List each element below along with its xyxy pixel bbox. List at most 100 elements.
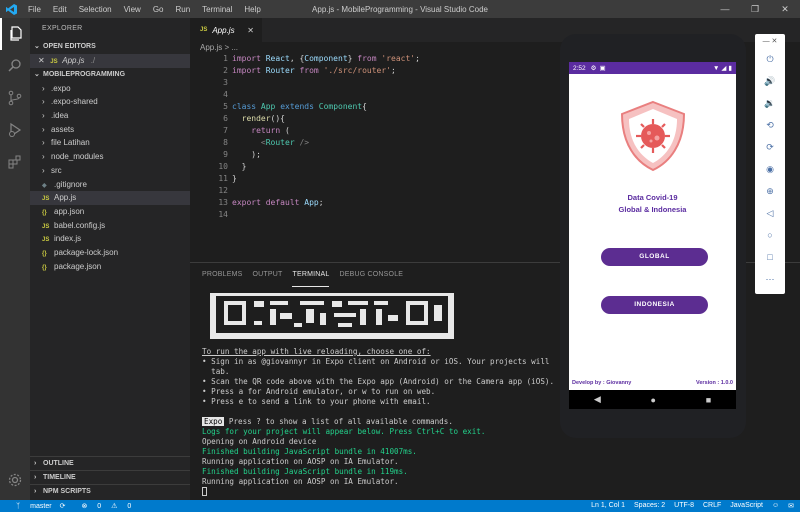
breadcrumb[interactable]: App.js > ... [190,42,238,54]
file-item[interactable]: JS App.js [30,191,190,205]
close-icon[interactable]: ✕ [38,54,48,68]
emulator-toolbar: — ✕ ⏻ 🔊 🔉 ⟲ ⟳ ◉ ⊕ ◁ ○ □ ⋯ [755,34,785,294]
language-mode[interactable]: JavaScript [730,502,763,510]
search-icon[interactable] [0,50,30,82]
settings-gear-icon[interactable] [0,464,30,496]
line-number: 8 [223,138,228,147]
menu-run[interactable]: Run [169,5,196,14]
open-editors-section[interactable]: ⌄ OPEN EDITORS [30,40,190,54]
tab-debug-console[interactable]: DEBUG CONSOLE [339,263,403,287]
folder-item[interactable]: › .expo-shared [30,95,190,109]
menu-terminal[interactable]: Terminal [196,5,238,14]
problems-indicator[interactable]: ⊗ 0 ⚠ 0 [73,502,131,510]
close-icon[interactable]: — ✕ [755,34,785,48]
indentation[interactable]: Spaces: 2 [634,502,665,510]
global-button[interactable]: GLOBAL [601,248,708,266]
feedback-icon[interactable]: ☺ [772,502,779,510]
js-file-icon: JS [200,27,208,33]
open-editor-path: ./ [90,56,96,65]
camera-icon[interactable]: ◉ [755,158,785,180]
project-section[interactable]: ⌄ MOBILEPROGRAMMING [30,68,190,82]
file-item[interactable]: JS index.js [30,232,190,246]
more-icon[interactable]: ⋯ [755,268,785,290]
explorer-sidebar: EXPLORER ⌄ OPEN EDITORS ✕ JS App.js ./ ⌄ MO… [30,18,190,500]
emulator-screen[interactable]: 2:52 ⚙ ▣ ▼ ◢ ▮ Data Covid-19 Global & In… [569,62,736,409]
tree-item-label: .gitignore [54,179,87,189]
menu-edit[interactable]: Edit [47,5,73,14]
open-editor-item[interactable]: ✕ JS App.js ./ [30,54,190,68]
cursor-position[interactable]: Ln 1, Col 1 [591,502,625,510]
recents-icon[interactable]: ■ [706,395,711,405]
sync-icon[interactable]: ⟳ [60,502,66,510]
terminal-line-text: Press ? to show a list of all available … [224,417,453,426]
code-editor[interactable]: 1 2 3 4 5 6 7 8 9 10 11 12 13 14 import React, {Compo… [190,54,560,262]
settings-icon: ⚙ [590,65,597,72]
menu-help[interactable]: Help [238,5,266,14]
wifi-icon: ▼ [712,64,720,72]
encoding[interactable]: UTF-8 [674,502,694,510]
back-icon[interactable]: ◁ [755,202,785,224]
volume-up-icon[interactable]: 🔊 [755,70,785,92]
overview-icon[interactable]: □ [755,246,785,268]
tab-problems[interactable]: PROBLEMS [202,263,243,287]
line-number: 14 [218,210,228,219]
file-item[interactable]: JS babel.config.js [30,219,190,233]
rotate-right-icon[interactable]: ⟳ [755,136,785,158]
home-icon[interactable]: ○ [755,224,785,246]
volume-down-icon[interactable]: 🔉 [755,92,785,114]
file-item[interactable]: {} package.json [30,260,190,274]
tree-item-label: .expo [51,83,71,93]
tab-app-js[interactable]: JS App.js ✕ [190,18,262,42]
menu-go[interactable]: Go [147,5,170,14]
error-icon: ⊗ [81,503,88,510]
chevron-right-icon: › [42,111,45,121]
zoom-icon[interactable]: ⊕ [755,180,785,202]
source-control-icon[interactable] [0,82,30,114]
power-icon[interactable]: ⏻ [755,48,785,70]
json-file-icon: {} [42,264,47,271]
chevron-right-icon: › [42,138,45,148]
menu-view[interactable]: View [118,5,147,14]
file-item[interactable]: {} package-lock.json [30,246,190,260]
code-line-13: export default App; [232,198,324,207]
terminal-line: • Press e to send a link to your phone w… [202,397,431,406]
tab-output[interactable]: OUTPUT [253,263,283,287]
tab-terminal[interactable]: TERMINAL [292,263,330,287]
battery-icon: ▮ [728,65,732,72]
close-icon[interactable]: ✕ [770,0,800,18]
back-icon[interactable]: ◀ [594,394,601,405]
restore-icon[interactable]: ❐ [740,0,770,18]
explorer-icon[interactable] [0,18,30,50]
warning-icon: ⚠ [111,503,118,510]
menu-selection[interactable]: Selection [73,5,118,14]
android-status-bar: 2:52 ⚙ ▣ ▼ ◢ ▮ [569,62,736,74]
folder-item[interactable]: › src [30,164,190,178]
rotate-left-icon[interactable]: ⟲ [755,114,785,136]
timeline-section[interactable]: › TIMELINE [30,470,190,485]
run-debug-icon[interactable] [0,114,30,146]
chevron-right-icon: › [42,152,45,162]
folder-item[interactable]: › file Latihan [30,136,190,150]
close-tab-icon[interactable]: ✕ [247,26,254,35]
file-item[interactable]: ◆ .gitignore [30,178,190,192]
file-item[interactable]: {} app.json [30,205,190,219]
minimize-icon[interactable]: — [710,0,740,18]
outline-section[interactable]: › OUTLINE [30,456,190,471]
line-number: 7 [223,126,228,135]
folder-item[interactable]: › .expo [30,82,190,96]
bell-icon[interactable]: ✉ [788,502,794,510]
indonesia-button[interactable]: INDONESIA [601,296,708,314]
folder-item[interactable]: › node_modules [30,150,190,164]
folder-item[interactable]: › .idea [30,109,190,123]
home-icon[interactable]: ● [651,395,656,405]
terminal-output[interactable]: To run the app with live reloading, choo… [202,347,562,497]
folder-item[interactable]: › assets [30,123,190,137]
menu-file[interactable]: File [22,5,47,14]
npm-scripts-section[interactable]: › NPM SCRIPTS [30,484,190,499]
chevron-right-icon: › [42,124,45,134]
extensions-icon[interactable] [0,146,30,178]
line-ending[interactable]: CRLF [703,502,721,510]
git-branch-icon: ᛉ [16,502,21,510]
error-count: 0 [97,503,102,510]
branch-indicator[interactable]: ᛉ master [8,503,52,510]
